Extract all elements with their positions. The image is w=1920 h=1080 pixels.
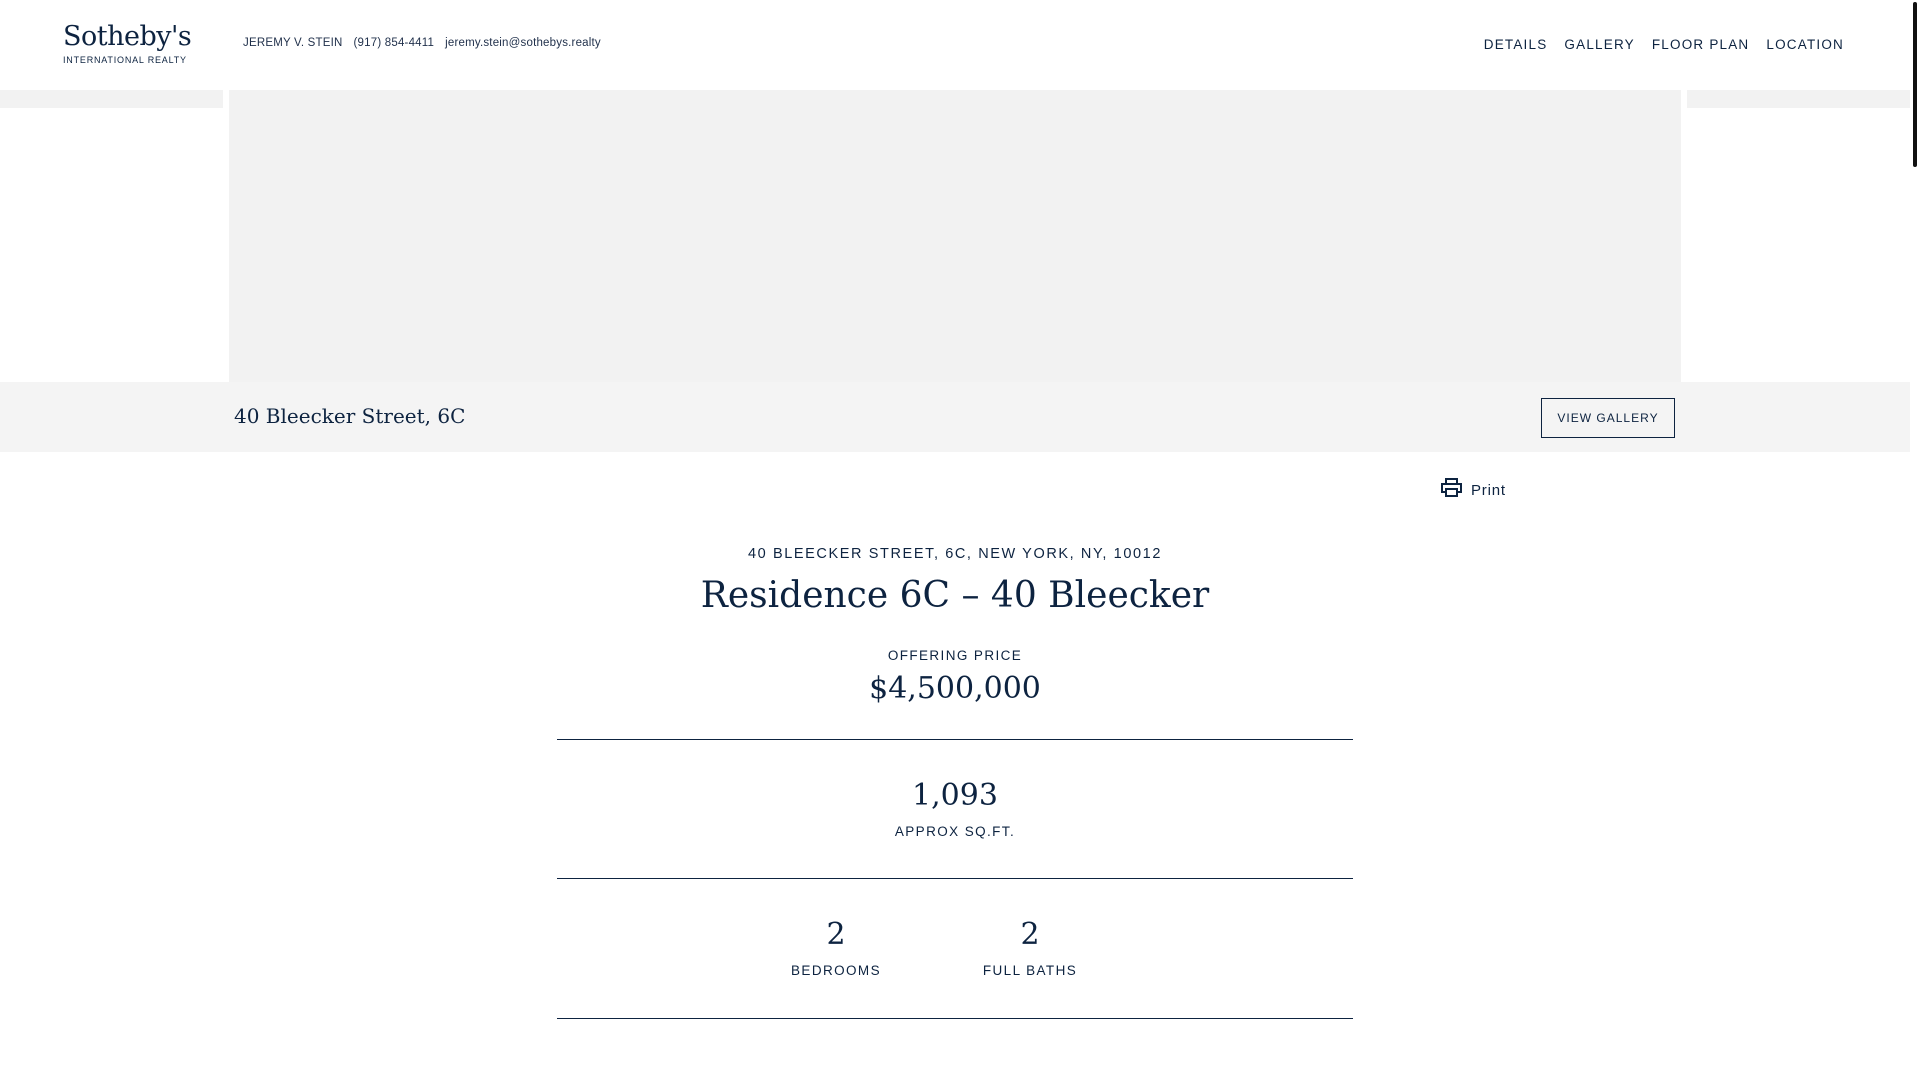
page-scrollbar[interactable] — [1910, 0, 1920, 1080]
hero-image-left-edge — [0, 90, 223, 108]
bedrooms-label: BEDROOMS — [791, 963, 881, 978]
rooms-stats: 2 BEDROOMS 2 FULL BATHS — [557, 879, 1353, 1018]
nav-location[interactable]: LOCATION — [1766, 37, 1844, 52]
scrollbar-thumb[interactable] — [1913, 2, 1917, 167]
sqft-label: APPROX SQ.FT. — [894, 824, 1016, 839]
nav-details[interactable]: DETAILS — [1484, 37, 1548, 52]
print-label: Print — [1471, 481, 1506, 499]
listing-details: 40 BLEECKER STREET, 6C, NEW YORK, NY, 10… — [557, 546, 1353, 1019]
hero-image-right-edge — [1687, 90, 1910, 108]
full-address: 40 BLEECKER STREET, 6C, NEW YORK, NY, 10… — [748, 546, 1162, 562]
baths-label: FULL BATHS — [982, 963, 1078, 978]
offering-price: $4,500,000 — [869, 671, 1041, 706]
bedrooms-value: 2 — [826, 917, 846, 952]
logo-wordmark: Sotheby's — [63, 21, 192, 52]
sqft-stat: 1,093 APPROX SQ.FT. — [557, 740, 1353, 878]
offering-price-label: OFFERING PRICE — [887, 648, 1023, 663]
baths-stat: 2 FULL BATHS — [950, 917, 1110, 978]
print-button[interactable]: Print — [1441, 478, 1506, 502]
listing-address-heading: 40 Bleecker Street, 6C — [234, 404, 466, 428]
site-header: Sotheby's INTERNATIONAL REALTY JEREMY V.… — [0, 0, 1910, 90]
logo-subtitle: INTERNATIONAL REALTY — [63, 55, 187, 65]
listing-title-bar: 40 Bleecker Street, 6C VIEW GALLERY — [0, 382, 1910, 452]
bedrooms-stat: 2 BEDROOMS — [756, 917, 916, 978]
baths-value: 2 — [1020, 917, 1040, 952]
view-gallery-button[interactable]: VIEW GALLERY — [1541, 398, 1675, 438]
printer-icon — [1441, 478, 1462, 502]
nav-gallery[interactable]: GALLERY — [1564, 37, 1634, 52]
divider — [557, 1018, 1353, 1019]
nav-floor-plan[interactable]: FLOOR PLAN — [1652, 37, 1750, 52]
agent-email[interactable]: jeremy.stein@sothebys.realty — [445, 37, 601, 49]
hero-image-placeholder[interactable] — [229, 90, 1681, 382]
sothebys-logo[interactable]: Sotheby's INTERNATIONAL REALTY — [63, 21, 192, 66]
residence-title: Residence 6C – 40 Bleecker — [700, 575, 1210, 616]
agent-name: JEREMY V. STEIN — [243, 37, 343, 49]
sqft-value: 1,093 — [912, 778, 998, 813]
main-nav: DETAILS GALLERY FLOOR PLAN LOCATION — [1484, 37, 1844, 52]
agent-phone[interactable]: (917) 854-4411 — [354, 37, 435, 49]
agent-contact: JEREMY V. STEIN (917) 854-4411 jeremy.st… — [243, 37, 601, 49]
